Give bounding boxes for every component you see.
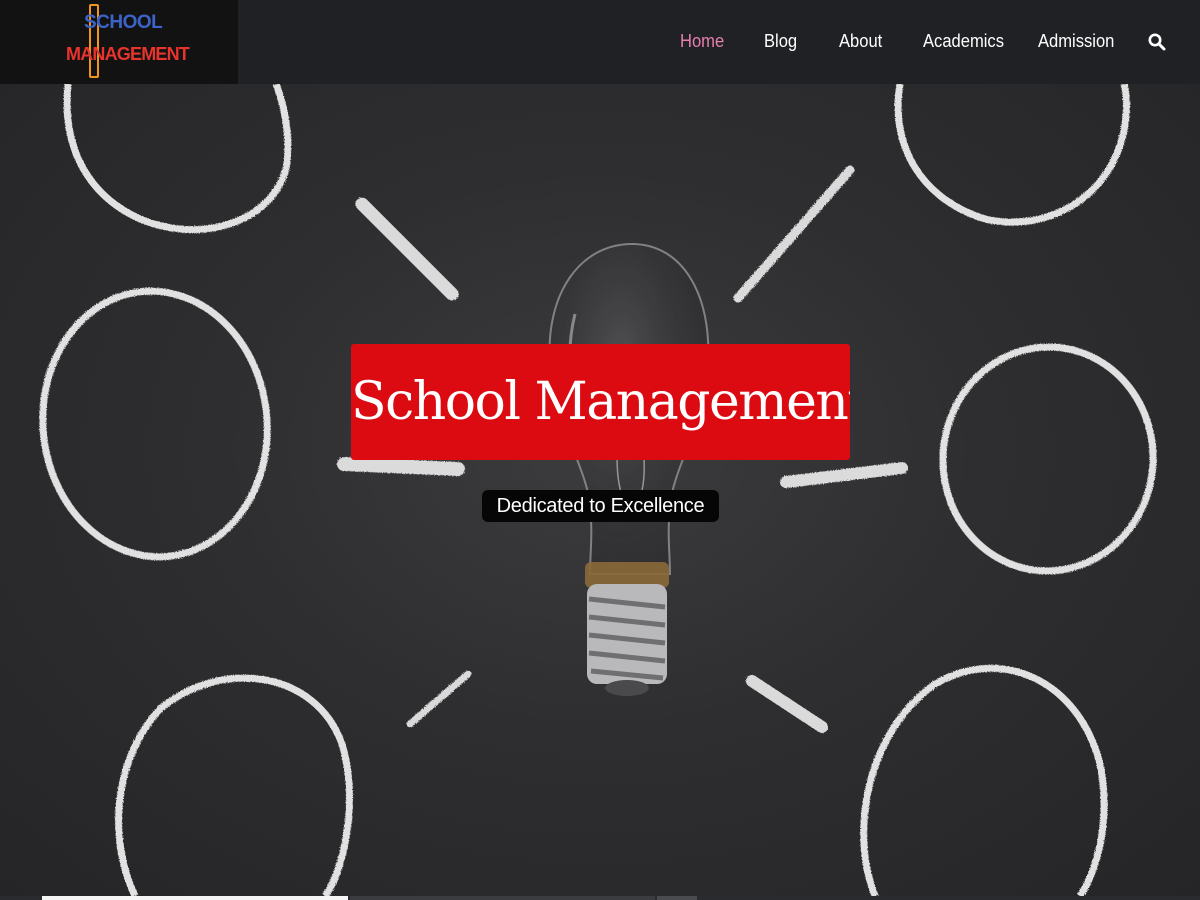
slider-indicator[interactable] (350, 896, 655, 900)
nav-blog[interactable]: Blog (764, 31, 797, 52)
slider-indicator[interactable] (657, 896, 697, 900)
hero-title: School Management (351, 344, 850, 460)
site-logo[interactable]: SCHOOL MANAGEMENT (0, 0, 238, 84)
hero-banner: School Management Dedicated to Excellenc… (0, 84, 1200, 896)
nav-about[interactable]: About (839, 31, 882, 52)
nav-home[interactable]: Home (680, 31, 724, 52)
logo-text-school: SCHOOL (84, 12, 163, 33)
lightbulb-illustration (548, 242, 710, 696)
search-icon[interactable] (1148, 33, 1166, 51)
nav-admission[interactable]: Admission (1038, 31, 1114, 52)
slider-indicator-active[interactable] (42, 896, 348, 900)
nav-academics[interactable]: Academics (923, 31, 1004, 52)
logo-text-management: MANAGEMENT (66, 44, 190, 64)
top-navigation-bar: SCHOOL MANAGEMENT Home Blog About Academ… (0, 0, 1200, 84)
hero-subtitle: Dedicated to Excellence (482, 490, 719, 522)
